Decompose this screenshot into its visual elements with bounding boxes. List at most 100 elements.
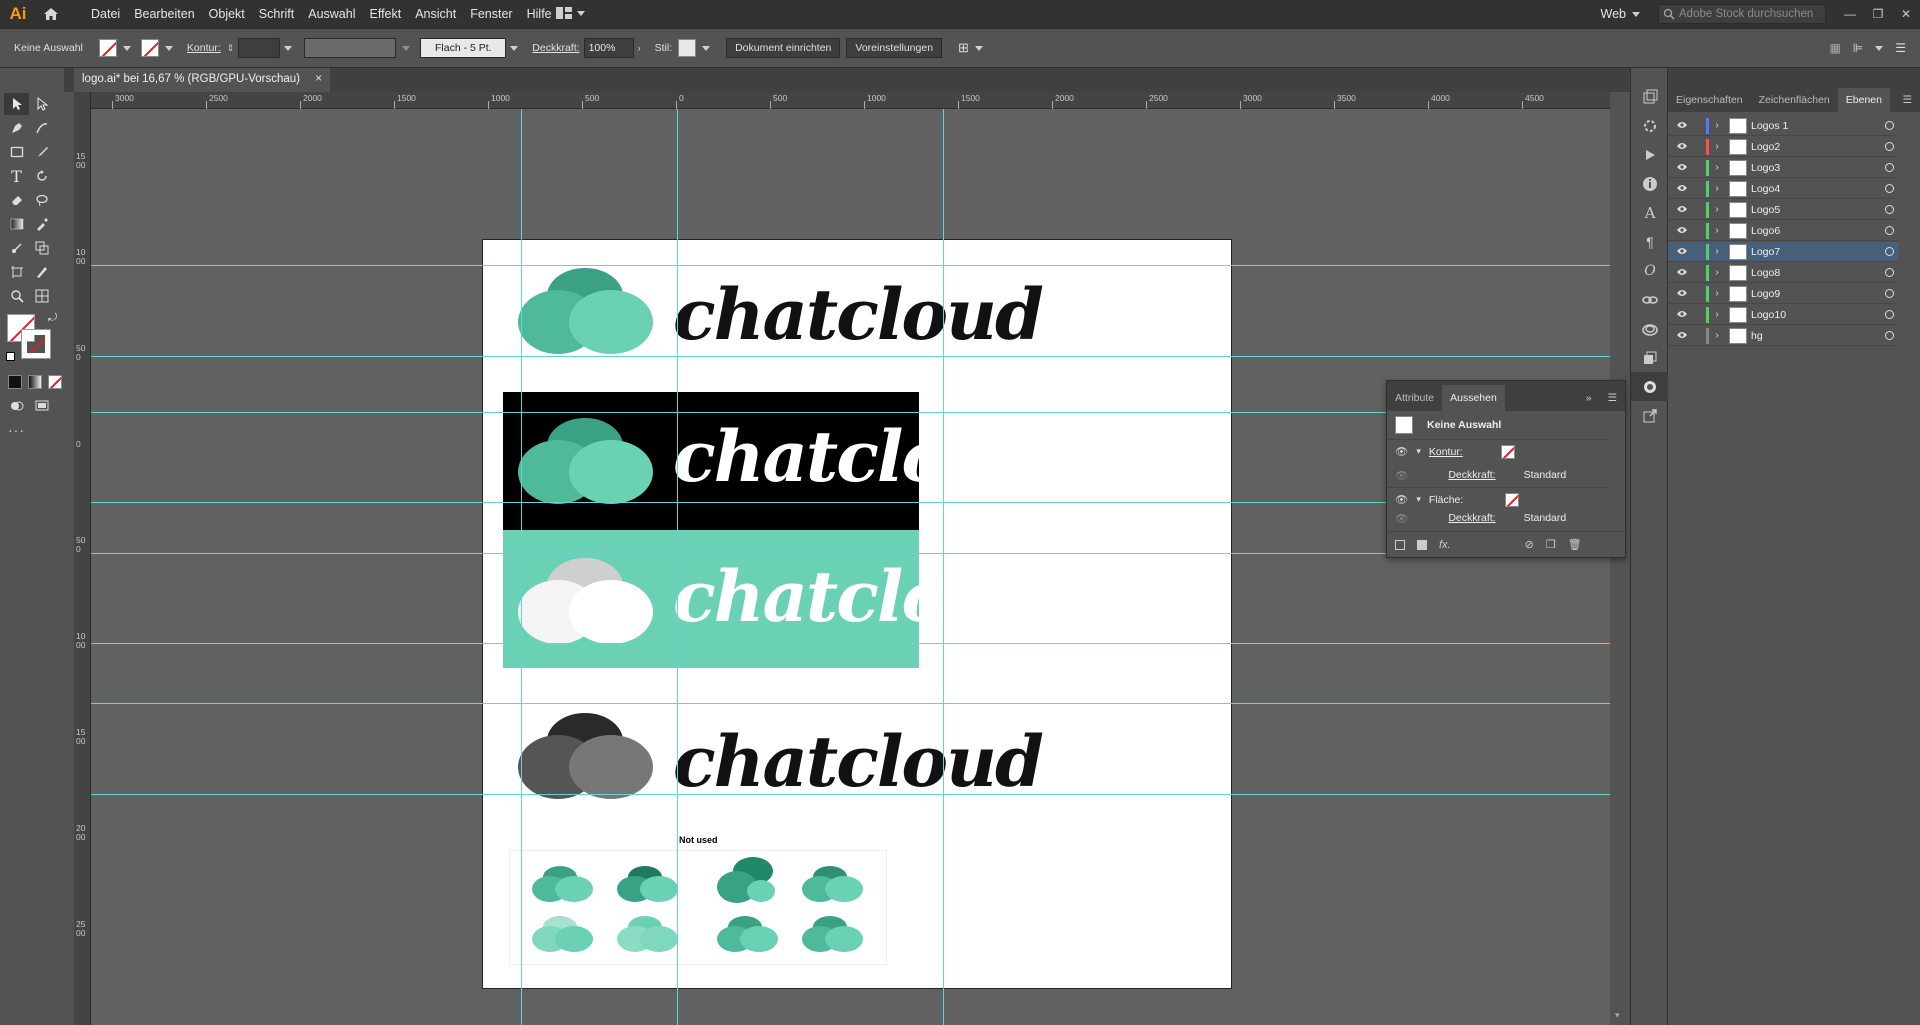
eye-icon[interactable] xyxy=(1672,309,1692,321)
vertical-ruler[interactable]: 1500 1000 500 0 500 1000 1500 2000 2500 xyxy=(74,92,91,1025)
eye-icon[interactable]: 👁 xyxy=(1395,512,1408,525)
chevron-down-icon[interactable] xyxy=(1875,45,1884,51)
guide-horizontal[interactable] xyxy=(91,553,1610,554)
layer-row[interactable]: › Logo5 xyxy=(1668,200,1898,220)
restore-icon[interactable]: ❐ xyxy=(1864,7,1892,21)
chevron-down-icon[interactable] xyxy=(510,45,519,51)
horizontal-ruler[interactable]: 3000 2500 2000 1500 1000 500 0 500 1000 1500 2000 2… xyxy=(74,92,1610,109)
panel-menu-icon[interactable]: ☰ xyxy=(1600,385,1625,411)
layer-target-icon[interactable] xyxy=(1885,163,1894,172)
color-mode-icon[interactable] xyxy=(8,375,22,389)
stroke-row-label[interactable]: Kontur: xyxy=(1429,446,1463,458)
artboard-tool-icon[interactable] xyxy=(4,261,29,283)
trash-icon[interactable]: 🗑 xyxy=(1568,538,1582,551)
layer-row[interactable]: › Logos 1 xyxy=(1668,116,1898,136)
layer-name[interactable]: hg xyxy=(1751,330,1861,342)
menu-hilfe[interactable]: Hilfe xyxy=(520,7,559,21)
layer-name[interactable]: Logo4 xyxy=(1751,183,1861,195)
layer-row[interactable]: › Logo4 xyxy=(1668,179,1898,199)
tab-zeichenflaechen[interactable]: Zeichenflächen xyxy=(1751,88,1838,112)
chevron-down-icon[interactable] xyxy=(284,45,293,51)
links-panel-icon[interactable] xyxy=(1631,285,1669,314)
align-left-icon[interactable]: ⊫ xyxy=(1853,41,1863,55)
layer-row[interactable]: › Logo6 xyxy=(1668,221,1898,241)
guide-vertical[interactable] xyxy=(677,109,678,1025)
stroke-weight-stepper[interactable]: ⇕ xyxy=(227,43,235,54)
panel-menu-icon[interactable]: ☰ xyxy=(1895,41,1906,55)
default-colors-icon[interactable] xyxy=(6,352,15,361)
eye-icon[interactable] xyxy=(1672,246,1692,258)
fill-row[interactable]: 👁 ▾ Fläche: xyxy=(1387,487,1609,511)
menu-bearbeiten[interactable]: Bearbeiten xyxy=(127,7,201,21)
layer-row[interactable]: › Logo9 xyxy=(1668,284,1898,304)
add-stroke-icon[interactable] xyxy=(1395,539,1405,550)
eye-icon[interactable]: 👁 xyxy=(1395,493,1408,506)
fx-label[interactable]: fx. xyxy=(1439,539,1451,551)
layer-name[interactable]: Logos 1 xyxy=(1751,120,1861,132)
layer-name[interactable]: Logo7 xyxy=(1751,246,1861,258)
eyedropper-tool-icon[interactable] xyxy=(29,213,54,235)
chevron-right-icon[interactable]: › xyxy=(1709,246,1725,257)
menu-ansicht[interactable]: Ansicht xyxy=(408,7,463,21)
stroke-none-swatch[interactable] xyxy=(22,330,50,358)
menu-schrift[interactable]: Schrift xyxy=(252,7,301,21)
layer-name[interactable]: Logo6 xyxy=(1751,225,1861,237)
gradient-mode-icon[interactable] xyxy=(28,375,42,389)
character-panel-icon[interactable]: A xyxy=(1631,198,1669,227)
more-tools-icon[interactable]: ··· xyxy=(4,419,29,441)
symbol-sprayer-tool-icon[interactable] xyxy=(29,285,54,307)
eye-icon[interactable] xyxy=(1672,330,1692,342)
stroke-swatch[interactable] xyxy=(140,39,159,57)
chevron-down-icon[interactable] xyxy=(974,45,983,51)
paragraph-panel-icon[interactable]: ¶ xyxy=(1631,227,1669,256)
fill-opacity-row[interactable]: 👁 Deckkraft: Standard xyxy=(1387,511,1609,525)
eraser-tool-icon[interactable] xyxy=(4,189,29,211)
layer-name[interactable]: Logo2 xyxy=(1751,141,1861,153)
none-mode-icon[interactable] xyxy=(48,375,62,389)
chevron-down-icon[interactable] xyxy=(402,45,411,51)
chevron-right-icon[interactable]: › xyxy=(1709,120,1725,131)
stroke-swatch[interactable] xyxy=(1500,444,1515,459)
style-swatch[interactable] xyxy=(678,39,697,57)
layer-target-icon[interactable] xyxy=(1885,121,1894,130)
actions-play-icon[interactable] xyxy=(1631,140,1669,169)
menu-objekt[interactable]: Objekt xyxy=(202,7,252,21)
chevron-right-icon[interactable]: › xyxy=(638,43,641,53)
layer-target-icon[interactable] xyxy=(1885,310,1894,319)
layer-row[interactable]: › Logo2 xyxy=(1668,137,1898,157)
transform-icon[interactable]: ▦ xyxy=(1829,41,1840,55)
layer-row[interactable]: › hg xyxy=(1668,326,1898,346)
chevron-right-icon[interactable]: › xyxy=(1709,204,1725,215)
type-tool-icon[interactable]: T xyxy=(4,165,29,187)
stock-search-input[interactable]: Adobe Stock durchsuchen xyxy=(1658,4,1826,24)
chevron-down-icon[interactable]: ▾ xyxy=(1416,494,1421,505)
eye-icon[interactable] xyxy=(1672,141,1692,153)
panel-menu-icon[interactable]: ☰ xyxy=(1895,88,1920,112)
artboards-panel-icon[interactable] xyxy=(1631,82,1669,111)
draw-mode-icon[interactable] xyxy=(4,395,29,417)
artboard[interactable]: chatcloud chatcloud chatcloud chatcloud … xyxy=(482,239,1232,989)
eye-icon[interactable] xyxy=(1672,288,1692,300)
layer-name[interactable]: Logo9 xyxy=(1751,288,1861,300)
scroll-down-icon[interactable]: ▾ xyxy=(1615,1010,1620,1021)
document-tab[interactable]: logo.ai* bei 16,67 % (RGB/GPU-Vorschau) … xyxy=(74,68,330,92)
close-tab-icon[interactable]: × xyxy=(315,73,322,85)
logo-teal-on-white[interactable]: chatcloud xyxy=(513,260,1044,360)
chevron-right-icon[interactable]: › xyxy=(1709,267,1725,278)
menu-auswahl[interactable]: Auswahl xyxy=(301,7,362,21)
opacity-label[interactable]: Deckkraft: xyxy=(532,42,579,54)
layer-name[interactable]: Logo10 xyxy=(1751,309,1861,321)
collapse-icon[interactable]: » xyxy=(1578,385,1600,411)
eye-icon[interactable] xyxy=(1672,204,1692,216)
menu-fenster[interactable]: Fenster xyxy=(463,7,519,21)
guide-vertical[interactable] xyxy=(943,109,944,1025)
chevron-down-icon[interactable] xyxy=(122,45,131,51)
opentype-panel-icon[interactable]: O xyxy=(1631,256,1669,285)
align-icon[interactable]: ⊞ xyxy=(958,40,969,56)
shape-builder-tool-icon[interactable] xyxy=(29,237,54,259)
screen-mode-icon[interactable] xyxy=(29,395,54,417)
layer-row[interactable]: › Logo7 xyxy=(1668,242,1898,262)
fill-row-label[interactable]: Fläche: xyxy=(1429,494,1463,506)
chevron-right-icon[interactable]: › xyxy=(1709,225,1725,236)
chevron-right-icon[interactable]: › xyxy=(1709,309,1725,320)
